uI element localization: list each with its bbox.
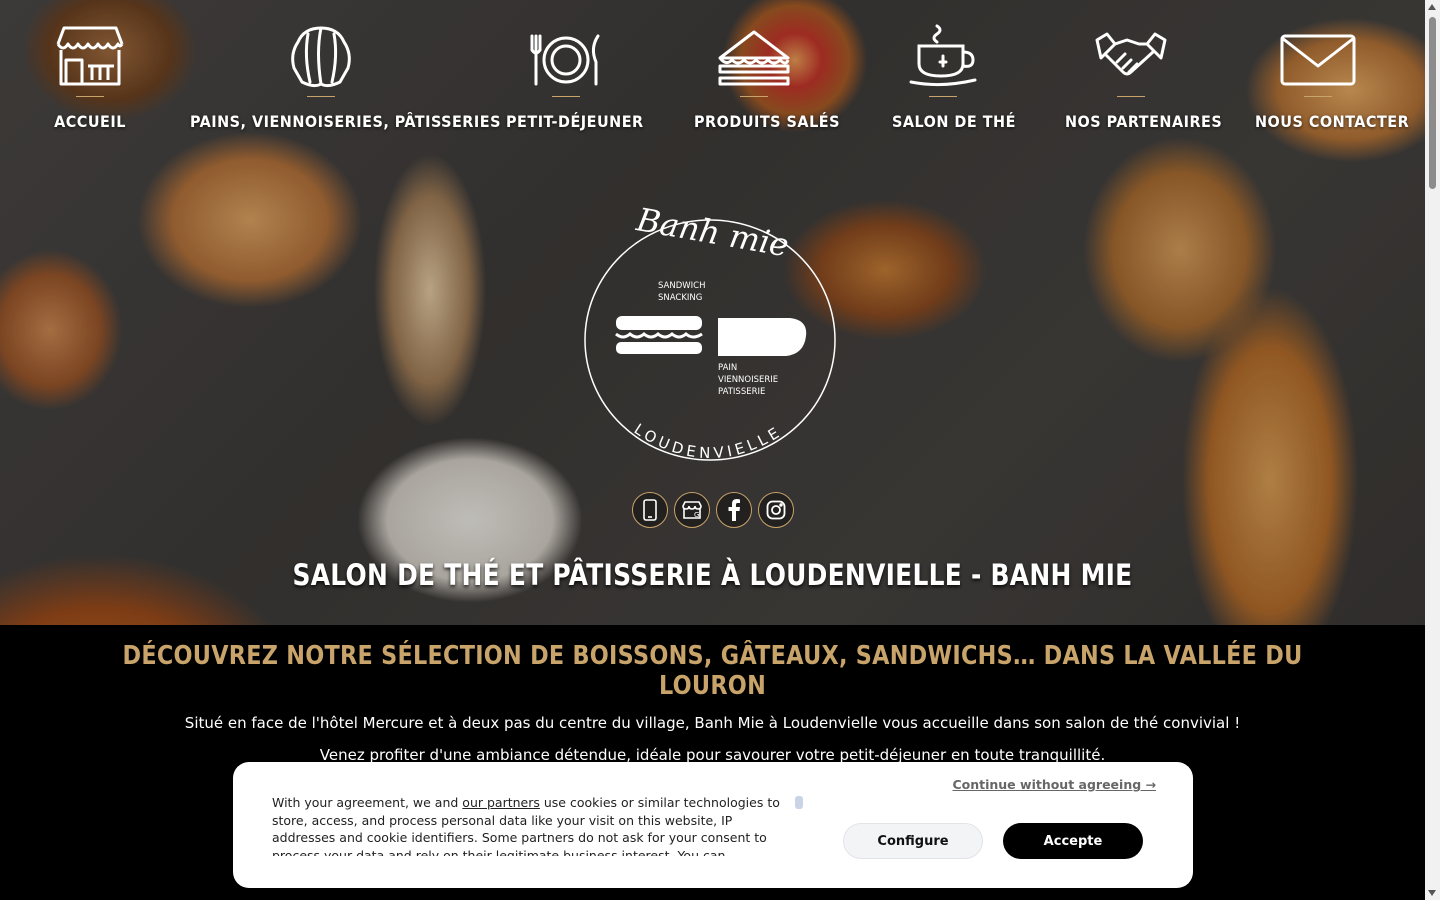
nav-separator [1303,96,1332,97]
google-business-icon[interactable]: G [674,492,710,528]
nav-separator [552,96,580,97]
social-links: G [632,492,794,528]
teacup-icon [892,22,994,92]
nav-label: NOS PARTENAIRES [1065,112,1223,131]
nav-item-produits-sales[interactable]: PRODUITS SALÉS [694,22,839,131]
cookie-text-before: With your agreement, we and [272,795,463,810]
svg-text:G: G [694,511,699,519]
logo-line2: SNACKING [658,293,702,303]
nav-separator [740,96,768,97]
intro-paragraph-1: Situé en face de l'hôtel Mercure et à de… [184,714,1241,732]
nav-item-salon-de-the[interactable]: SALON DE THÉ [892,22,1015,131]
logo-line3: PAIN [718,363,737,373]
accept-button[interactable]: Accepte [1003,823,1143,859]
scroll-down-arrow-icon[interactable] [1428,890,1436,896]
instagram-icon[interactable] [758,492,794,528]
handshake-icon [1065,22,1197,92]
page-title: SALON DE THÉ ET PÂTISSERIE À LOUDENVIELL… [292,558,1133,592]
continue-without-agreeing-link[interactable]: Continue without agreeing → [952,777,1156,792]
logo-town: LOUDENVIELLE [631,420,782,462]
cookie-text-scroll-indicator[interactable] [795,796,803,809]
bread-logo-icon [718,318,807,356]
nav-item-pains[interactable]: PAINS, VIENNOISERIES, PÂTISSERIES [190,22,500,131]
sandwich-icon [694,22,814,92]
scroll-up-arrow-icon[interactable] [1428,4,1436,10]
logo-line1: SANDWICH [658,281,706,291]
site-logo[interactable]: Banh mie SANDWICH SNACKING PAIN VIENNOIS… [580,198,840,478]
cookie-consent-banner: With your agreement, we and our partners… [233,762,1193,888]
phone-icon[interactable] [632,492,668,528]
nav-label: ACCUEIL [54,112,126,131]
nav-separator [307,96,335,97]
sandwich-logo-icon [615,316,703,354]
partners-link[interactable]: our partners [462,795,540,810]
svg-text:LOUDENVIELLE: LOUDENVIELLE [631,420,786,462]
envelope-icon [1255,22,1380,92]
nav-separator [1117,96,1145,97]
nav-label: NOUS CONTACTER [1255,112,1410,131]
nav-item-partenaires[interactable]: NOS PARTENAIRES [1065,22,1222,131]
nav-item-petit-dejeuner[interactable]: PETIT-DÉJEUNER [506,22,643,131]
nav-label: PETIT-DÉJEUNER [506,112,644,131]
nav-label: PAINS, VIENNOISERIES, PÂTISSERIES [190,112,501,131]
scrollbar-thumb[interactable] [1429,17,1436,189]
nav-label: PRODUITS SALÉS [694,112,840,131]
nav-item-accueil[interactable]: ACCUEIL [52,22,128,131]
cookie-text: With your agreement, we and our partners… [272,794,797,856]
page-scrollbar[interactable] [1425,0,1440,900]
plate-cutlery-icon [506,22,626,92]
main-nav: ACCUEIL PAINS, VIENNOISERIES, PÂTISSERIE… [0,22,1425,142]
nav-separator [929,96,957,97]
logo-line4: VIENNOISERIE [718,375,778,385]
section-title: DÉCOUVREZ NOTRE SÉLECTION DE BOISSONS, G… [122,641,1303,701]
croissant-icon [190,22,452,92]
configure-button[interactable]: Configure [843,823,983,859]
logo-script: Banh mie [633,200,792,264]
nav-label: SALON DE THÉ [892,112,1016,131]
shop-icon [52,22,128,92]
logo-line5: PATISSERIE [718,387,765,397]
facebook-icon[interactable] [716,492,752,528]
nav-separator [76,96,104,97]
nav-item-contact[interactable]: NOUS CONTACTER [1255,22,1409,131]
